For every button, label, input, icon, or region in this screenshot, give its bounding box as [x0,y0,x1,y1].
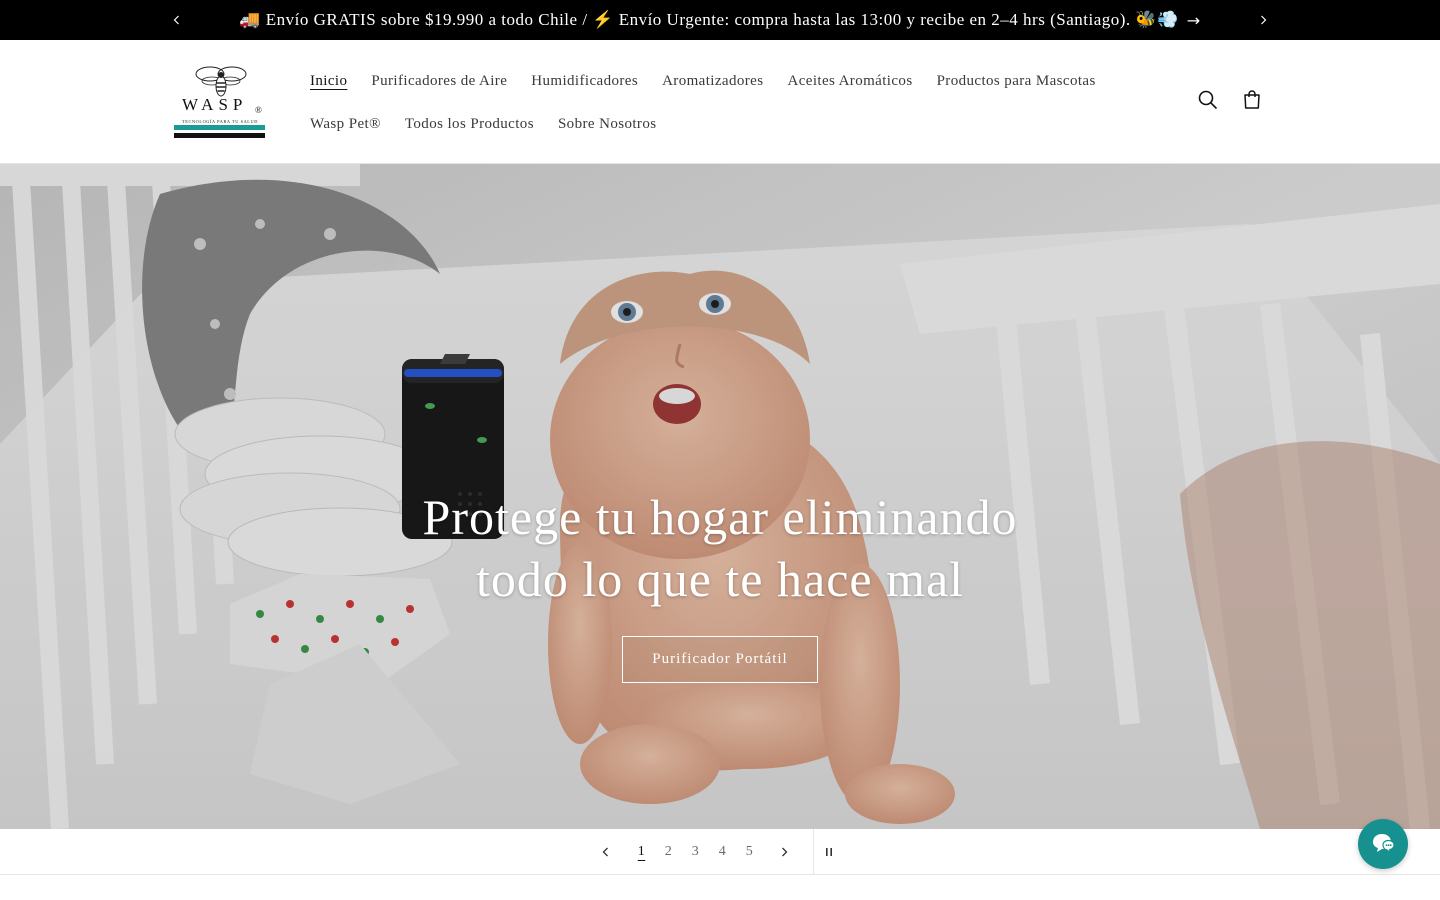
nav-item-sobre-nosotros[interactable]: Sobre Nosotros [546,103,669,146]
search-button[interactable] [1196,88,1220,112]
chevron-left-icon [602,847,608,857]
logo-registered-mark: ® [255,105,262,115]
slider-divider [813,829,814,875]
logo-tagline: TECNOLOGÍA PARA TU SALUD [182,119,258,124]
site-header: WASP ® TECNOLOGÍA PARA TU SALUD Inicio P… [0,40,1440,164]
hero-cta-button[interactable]: Purificador Portátil [622,636,818,683]
wasp-logo[interactable]: WASP ® TECNOLOGÍA PARA TU SALUD [172,62,268,142]
hero-content: Protege tu hogar eliminando todo lo que … [420,486,1020,683]
announcement-next-button[interactable] [1243,0,1283,40]
cart-button[interactable] [1240,88,1264,112]
slide-dot-4[interactable]: 4 [709,829,736,875]
slide-dot-2[interactable]: 2 [655,829,682,875]
slide-dot-5[interactable]: 5 [736,829,763,875]
slide-dot-3[interactable]: 3 [682,829,709,875]
slide-next-button[interactable] [770,829,798,875]
slide-dot-1[interactable]: 1 [628,829,655,875]
cart-icon [1244,90,1260,109]
chat-icon [1373,834,1395,855]
hero-banner: Protege tu hogar eliminando todo lo que … [0,164,1440,829]
logo-brand-text: WASP [182,95,247,114]
chevron-right-icon [1261,15,1267,25]
main-nav: Inicio Purificadores de Aire Humidificad… [298,60,1118,146]
nav-item-wasp-pet[interactable]: Wasp Pet® [298,103,393,146]
nav-item-aromatizadores[interactable]: Aromatizadores [650,60,775,103]
slideshow-controls: 1 2 3 4 5 [0,829,1440,875]
announcement-text: 🚚 Envío GRATIS sobre $19.990 a todo Chil… [239,10,1179,29]
nav-item-todos-productos[interactable]: Todos los Productos [393,103,546,146]
announcement-bar: 🚚 Envío GRATIS sobre $19.990 a todo Chil… [0,0,1440,40]
hero-title: Protege tu hogar eliminando todo lo que … [422,489,1018,607]
announcement-message-link[interactable]: 🚚 Envío GRATIS sobre $19.990 a todo Chil… [239,10,1200,30]
nav-item-humidificadores[interactable]: Humidificadores [519,60,650,103]
bee-logo-icon: WASP ® TECNOLOGÍA PARA TU SALUD [174,66,265,138]
chat-widget-button[interactable] [1358,819,1408,869]
nav-item-aceites[interactable]: Aceites Aromáticos [775,60,924,103]
slide-pause-button[interactable] [816,829,842,875]
chevron-left-icon [173,15,179,25]
slide-prev-button[interactable] [592,829,620,875]
arrow-right-icon: → [1186,10,1201,30]
announcement-prev-button[interactable] [157,0,197,40]
nav-item-mascotas[interactable]: Productos para Mascotas [925,60,1108,103]
chevron-right-icon [782,847,788,857]
nav-item-purificadores[interactable]: Purificadores de Aire [359,60,519,103]
search-icon [1198,90,1218,110]
nav-item-inicio[interactable]: Inicio [298,60,359,103]
pause-icon [826,848,832,856]
